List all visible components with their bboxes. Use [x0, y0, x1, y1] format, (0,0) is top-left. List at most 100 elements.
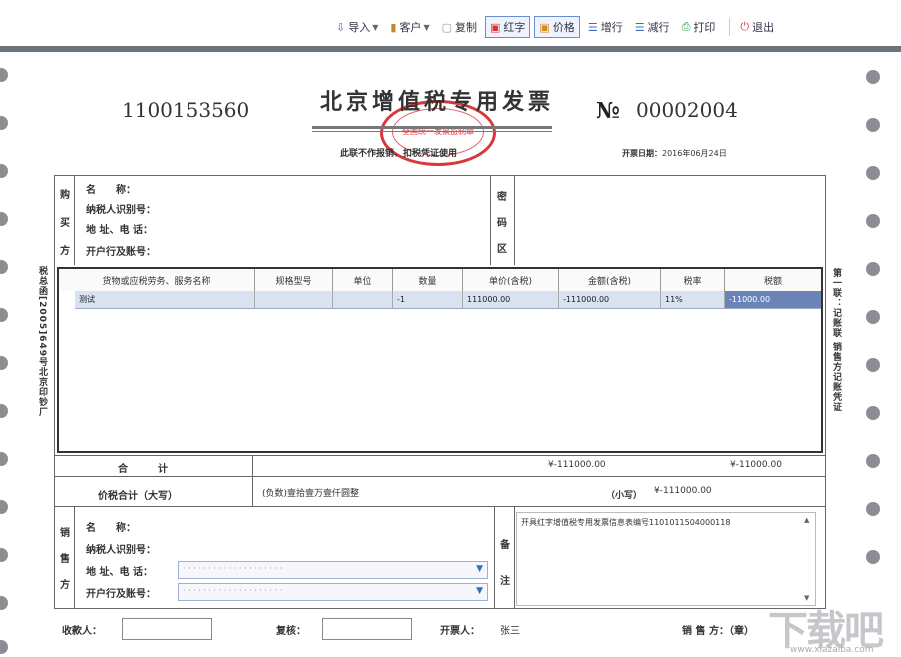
customer-button[interactable]: ▮ 客户 ▼ — [386, 16, 433, 38]
print-icon: ⎙ — [681, 20, 691, 33]
item-rate-cell[interactable]: 11% — [661, 291, 725, 309]
scroll-up-icon[interactable]: ▲ — [804, 516, 809, 524]
sum-small-value: ¥-111000.00 — [654, 486, 712, 496]
buyer-address-label: 地 址、电 话： — [86, 225, 153, 236]
date-label: 开票日期： — [622, 149, 662, 158]
seller-bank-label: 开户行及账号： — [86, 589, 156, 600]
red-invoice-button[interactable]: ▣ 红字 — [485, 16, 531, 38]
reviewer-label: 复核： — [276, 626, 306, 637]
perforation-hole — [0, 116, 8, 130]
remark-section-char: 备 — [500, 540, 510, 551]
form-divider — [514, 175, 515, 265]
perforation-hole — [866, 502, 880, 516]
seller-taxid-label: 纳税人识别号： — [86, 545, 156, 556]
payee-input[interactable] — [122, 618, 212, 640]
sum-in-words: (负数)壹拾壹万壹仟圆整 — [262, 489, 360, 499]
items-header: 税额 — [725, 269, 821, 291]
items-header: 单价(含税) — [463, 269, 559, 291]
perforation-hole — [866, 166, 880, 180]
print-button[interactable]: ⎙ 打印 — [678, 16, 720, 38]
title-underline — [312, 126, 552, 129]
delete-row-icon: ☰ — [634, 20, 645, 34]
item-price-cell[interactable]: 111000.00 — [463, 291, 559, 309]
sum-in-words-label: 价税合计（大写） — [98, 491, 178, 502]
perforation-hole — [0, 640, 8, 654]
seller-bank-select[interactable]: · · · · · · · · · · · · · · · · · · · · … — [178, 583, 488, 601]
red-invoice-icon: ▣ — [490, 20, 501, 34]
total-label: 合 计 — [118, 464, 168, 475]
perforation-hole — [0, 356, 8, 370]
form-divider — [54, 455, 826, 456]
chevron-down-icon: ▼ — [476, 564, 483, 574]
number-mark: № — [596, 98, 620, 124]
buyer-section-char: 买 — [60, 218, 70, 229]
import-icon: ⇩ — [336, 20, 346, 34]
copy-icon: ▢ — [441, 20, 452, 34]
price-icon: ▣ — [539, 20, 550, 34]
item-tax-cell[interactable]: -11000.00 — [725, 291, 821, 309]
copy-button[interactable]: ▢ 复制 — [438, 16, 481, 38]
seller-address-select[interactable]: · · · · · · · · · · · · · · · · · · · · … — [178, 561, 488, 579]
form-divider — [74, 175, 75, 265]
form-divider — [74, 506, 75, 609]
item-spec-cell[interactable] — [255, 291, 333, 309]
invoice-number: 00002004 — [636, 98, 738, 122]
perforation-hole — [0, 548, 8, 562]
total-amount: ¥-111000.00 — [548, 460, 606, 470]
perforation-hole — [866, 214, 880, 228]
items-header: 单位 — [333, 269, 393, 291]
perforation-hole — [0, 212, 8, 226]
date-value: 2016年06月24日 — [662, 149, 727, 158]
toolbar-row: ⇩ 导入 ▼ ▮ 客户 ▼ ▢ 复制 ▣ 红字 ▣ 价格 ☰ 增行 ☰ 减行 ⎙ 打印 ⏻ 退出 — [332, 15, 782, 39]
perforation-hole — [866, 550, 880, 564]
seller-section-char: 售 — [60, 554, 70, 565]
perforation-hole — [866, 118, 880, 132]
remark-textarea[interactable]: 开具红字增值税专用发票信息表编号1101011504000118 — [516, 512, 816, 606]
seller-name-label: 名 称： — [86, 523, 136, 534]
buyer-bank-label: 开户行及账号： — [86, 247, 156, 258]
items-header: 货物或应税劳务、服务名称 — [59, 269, 255, 291]
form-divider — [54, 506, 826, 507]
perforation-hole — [0, 308, 8, 322]
customer-icon: ▮ — [390, 20, 397, 34]
perforation-hole — [0, 500, 8, 514]
buyer-section-char: 方 — [60, 246, 70, 257]
invoice-code: 1100153560 — [122, 98, 250, 122]
chevron-down-icon: ▼ — [372, 22, 379, 32]
perforation-hole — [866, 358, 880, 372]
chevron-down-icon: ▼ — [423, 22, 430, 32]
chevron-down-icon: ▼ — [476, 586, 483, 596]
exit-button[interactable]: ⏻ 退出 — [736, 16, 778, 38]
item-qty-cell[interactable]: -1 — [393, 291, 463, 309]
price-button[interactable]: ▣ 价格 — [534, 16, 580, 38]
perforation-hole — [0, 260, 8, 274]
perforation-hole — [0, 404, 8, 418]
item-name-cell[interactable]: 测试 — [75, 291, 255, 309]
buyer-name-label: 名 称： — [86, 185, 136, 196]
perforation-hole — [866, 70, 880, 84]
invoice-title: 北京增值税专用发票 — [320, 89, 555, 115]
form-divider — [252, 455, 253, 506]
perforation-hole — [0, 68, 8, 82]
cipher-section-char: 区 — [497, 244, 507, 255]
perforation-hole — [0, 452, 8, 466]
perforation-hole — [866, 310, 880, 324]
import-button[interactable]: ⇩ 导入 ▼ — [332, 16, 382, 38]
title-underline-thin — [312, 131, 552, 132]
delete-row-button[interactable]: ☰ 减行 — [631, 16, 674, 38]
perforation-hole — [0, 164, 8, 178]
seller-address-label: 地 址、电 话： — [86, 567, 153, 578]
remark-section-char: 注 — [500, 576, 510, 587]
total-tax: ¥-11000.00 — [730, 460, 782, 470]
add-row-button[interactable]: ☰ 增行 — [584, 16, 627, 38]
perforation-hole — [866, 262, 880, 276]
item-amount-cell[interactable]: -111000.00 — [559, 291, 661, 309]
invoice-subtitle: 此联不作报销、扣税凭证使用 — [340, 149, 458, 159]
seller-section-char: 方 — [60, 580, 70, 591]
reviewer-input[interactable] — [322, 618, 412, 640]
cipher-section-char: 密 — [497, 192, 507, 203]
items-header: 数量 — [393, 269, 463, 291]
cipher-section-char: 码 — [497, 218, 507, 229]
perforation-hole — [0, 596, 8, 610]
item-unit-cell[interactable] — [333, 291, 393, 309]
